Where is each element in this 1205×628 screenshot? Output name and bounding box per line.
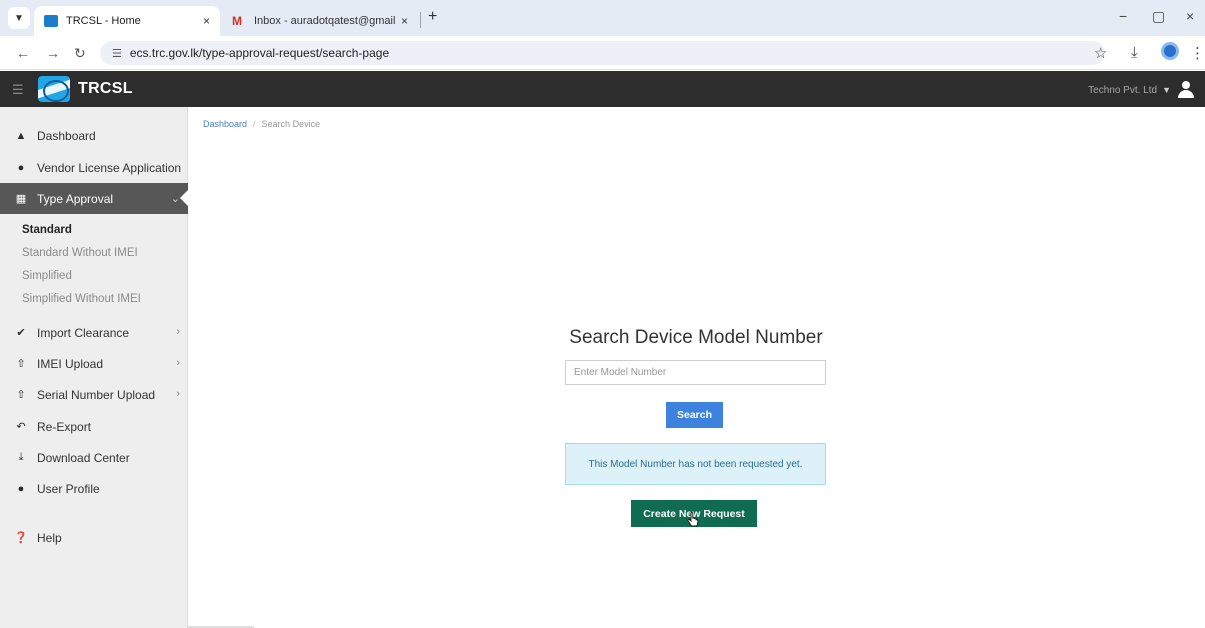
app-header: ☰ TRCSL Techno Pvt. Ltd ▼: [0, 71, 1205, 107]
chevron-right-icon: ›: [176, 357, 180, 369]
question-circle-icon: ❓: [14, 532, 28, 544]
page-title: Search Device Model Number: [569, 327, 823, 348]
sidebar-subitem-simplified[interactable]: Simplified: [22, 270, 72, 282]
sidebar-item-import-clearance[interactable]: ✔ Import Clearance ›: [0, 317, 188, 348]
chevron-right-icon: ›: [176, 388, 180, 400]
hamburger-menu-icon[interactable]: ☰: [12, 82, 24, 98]
home-icon: ▲: [15, 129, 27, 142]
user-menu[interactable]: Techno Pvt. Ltd ▼: [1088, 81, 1195, 99]
browser-toolbar: ← → ↻ ☰ ecs.trc.gov.lk/type-approval-req…: [0, 36, 1205, 70]
breadcrumb-dashboard-link[interactable]: Dashboard: [203, 119, 247, 129]
search-button[interactable]: Search: [666, 402, 723, 428]
check-circle-icon: ✔: [16, 327, 26, 339]
table-icon: ▦: [15, 193, 27, 205]
maximize-button[interactable]: ▢: [1152, 8, 1165, 25]
forward-arrow-icon[interactable]: →: [46, 45, 60, 61]
bookmark-star-icon[interactable]: ☆: [1094, 44, 1107, 62]
sidebar-item-label: Type Approval: [37, 191, 114, 206]
info-alert: This Model Number has not been requested…: [565, 443, 826, 485]
site-settings-icon[interactable]: ☰: [112, 47, 122, 60]
breadcrumb-separator: /: [253, 119, 256, 129]
new-tab-button[interactable]: +: [428, 8, 437, 26]
tab-divider: [420, 12, 421, 28]
trcsl-logo[interactable]: [38, 76, 70, 102]
sidebar-item-label: Import Clearance: [37, 325, 130, 340]
tab-close-icon[interactable]: ×: [203, 14, 210, 28]
download-icon[interactable]: ⤓: [1131, 44, 1138, 61]
user-icon: ●: [17, 482, 25, 495]
breadcrumb: Dashboard / Search Device: [203, 119, 320, 129]
url-text: ecs.trc.gov.lk/type-approval-request/sea…: [129, 46, 390, 60]
sidebar-subitem-simplified-without-imei[interactable]: Simplified Without IMEI: [22, 293, 141, 305]
sidebar-item-download-center[interactable]: ⤓ Download Center: [0, 442, 188, 473]
trcsl-favicon: [44, 15, 58, 27]
reload-icon[interactable]: ↻: [74, 45, 86, 62]
sidebar-item-re-export[interactable]: ↶ Re-Export: [0, 411, 188, 442]
address-bar[interactable]: ☰ ecs.trc.gov.lk/type-approval-request/s…: [100, 41, 1105, 65]
chevron-down-icon: ⌄: [170, 193, 180, 205]
sidebar-item-label: Serial Number Upload: [37, 387, 156, 402]
sidebar-item-user-profile[interactable]: ● User Profile: [0, 473, 188, 504]
sidebar-item-label: Re-Export: [37, 419, 92, 434]
tab-search-icon[interactable]: ▼: [8, 7, 30, 29]
brand-name: TRCSL: [78, 80, 133, 97]
user-icon: ●: [17, 161, 25, 174]
user-icon: [1177, 81, 1195, 99]
tab-title: Inbox - auradotqatest@gmail.c: [254, 15, 395, 27]
chevron-right-icon: ›: [176, 326, 180, 338]
upload-icon: ⇧: [16, 389, 26, 401]
profile-avatar[interactable]: [1161, 42, 1179, 60]
sidebar-item-label: Help: [37, 530, 62, 545]
sidebar-item-label: Vendor License Application: [37, 160, 182, 175]
gmail-icon: M: [232, 14, 242, 28]
alert-message: This Model Number has not been requested…: [588, 458, 803, 470]
tab-trcsl-home[interactable]: TRCSL - Home ×: [34, 6, 220, 36]
sidebar-subitem-standard[interactable]: Standard: [22, 224, 72, 236]
sidebar-item-label: IMEI Upload: [37, 356, 104, 371]
active-indicator: [180, 190, 188, 206]
sidebar-item-help[interactable]: ❓ Help: [0, 522, 188, 553]
sidebar-item-label: Download Center: [37, 450, 130, 465]
sidebar-item-dashboard[interactable]: ▲ Dashboard: [0, 120, 188, 151]
caret-down-icon: ▼: [1162, 85, 1171, 95]
sidebar-item-type-approval[interactable]: ▦ Type Approval ⌄: [0, 183, 188, 214]
sidebar-item-label: Dashboard: [37, 128, 96, 143]
breadcrumb-current: Search Device: [261, 119, 321, 129]
upload-icon: ⇧: [16, 358, 26, 370]
tab-title: TRCSL - Home: [66, 15, 141, 27]
minimize-button[interactable]: −: [1119, 8, 1127, 24]
tab-close-icon[interactable]: ×: [401, 14, 408, 28]
close-window-button[interactable]: ×: [1186, 8, 1194, 24]
tab-gmail-inbox[interactable]: M Inbox - auradotqatest@gmail.c ×: [222, 6, 418, 36]
sidebar-item-vendor-license[interactable]: ● Vendor License Application: [0, 152, 188, 183]
model-number-input[interactable]: [565, 360, 826, 385]
company-name: Techno Pvt. Ltd: [1088, 84, 1158, 96]
sidebar-item-imei-upload[interactable]: ⇧ IMEI Upload ›: [0, 348, 188, 379]
download-icon: ⤓: [18, 451, 24, 463]
more-menu-icon[interactable]: ⋮: [1190, 44, 1205, 62]
sidebar-item-label: User Profile: [37, 481, 100, 496]
sidebar-item-serial-number-upload[interactable]: ⇧ Serial Number Upload ›: [0, 379, 188, 410]
reply-icon: ↶: [16, 421, 26, 433]
hand-cursor-icon: [687, 512, 699, 527]
browser-tab-strip: ▼ TRCSL - Home × M Inbox - auradotqatest…: [0, 0, 1205, 36]
back-arrow-icon[interactable]: ←: [16, 45, 30, 61]
sidebar-subitem-standard-without-imei[interactable]: Standard Without IMEI: [22, 247, 138, 259]
